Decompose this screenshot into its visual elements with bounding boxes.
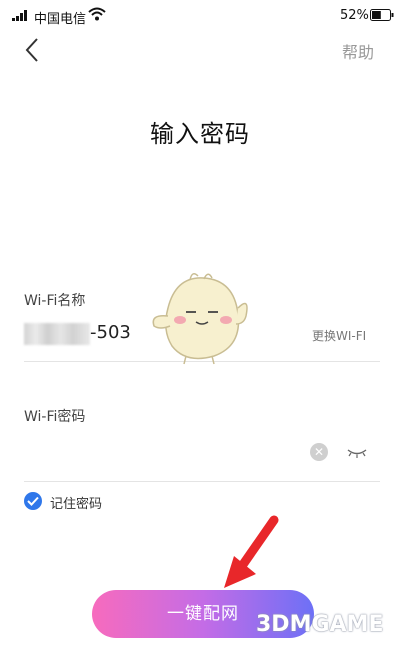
carrier-name: 中国电信 (34, 12, 87, 27)
wifi-name-value: -503 (90, 322, 131, 343)
wifi-password-label: Wi-Fi密码 (24, 409, 86, 425)
remember-password-label: 记住密码 (50, 497, 103, 512)
wifi-password-input[interactable] (24, 438, 298, 468)
mascot-sticker (152, 273, 248, 365)
battery-percent: 52% (340, 8, 369, 23)
eye-closed-icon[interactable] (346, 447, 368, 459)
help-link[interactable]: 帮助 (342, 39, 374, 63)
change-wifi-link[interactable]: 更换WI-FI (312, 327, 366, 344)
divider (24, 481, 380, 482)
watermark-logo: 3DMGAME (256, 612, 384, 637)
wifi-name-label: Wi-Fi名称 (24, 293, 86, 309)
battery-icon (370, 9, 394, 21)
clear-icon[interactable]: ✕ (310, 443, 328, 461)
wifi-name-redacted (24, 323, 90, 345)
wifi-icon (88, 7, 106, 21)
annotation-arrow-icon (224, 515, 279, 588)
check-icon[interactable] (24, 492, 42, 510)
signal-icon (12, 10, 27, 21)
page-title: 输入密码 (150, 120, 250, 148)
status-bar: 中国电信 52% (0, 0, 400, 32)
back-button[interactable] (22, 36, 46, 64)
